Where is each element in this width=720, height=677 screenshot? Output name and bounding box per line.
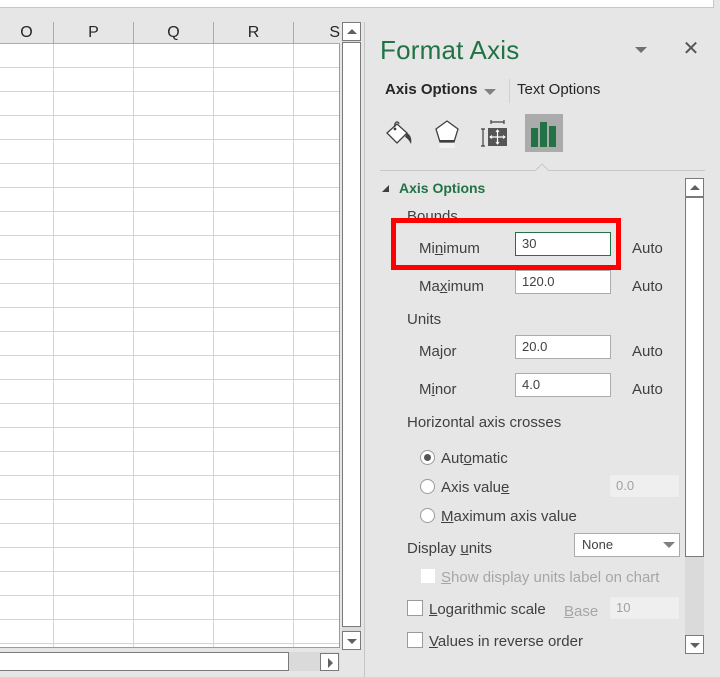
tab-axis-options[interactable]: Axis Options [385, 81, 478, 98]
worksheet[interactable]: O P Q R S [0, 22, 340, 648]
minimum-label: Minimum [419, 240, 480, 257]
size-properties-button[interactable] [476, 114, 514, 152]
arrow-down-icon [690, 643, 700, 648]
sheet-horizontal-scrollbar[interactable] [0, 652, 340, 671]
display-units-select[interactable]: None [574, 533, 680, 557]
chevron-down-icon [663, 542, 675, 548]
axis-value-input[interactable]: 0.0 [609, 474, 680, 498]
tab-separator [509, 79, 510, 103]
effects-icon [435, 120, 459, 148]
scroll-thumb[interactable] [0, 652, 289, 671]
column-header-s[interactable]: S [294, 22, 340, 44]
axis-options-icon [531, 122, 556, 147]
show-display-units-label: Show display units label on chart [441, 569, 660, 586]
sheet-vertical-scrollbar[interactable] [342, 22, 361, 650]
display-units-value: None [582, 537, 614, 552]
pane-vertical-scrollbar[interactable] [685, 178, 704, 654]
major-label: Major [419, 343, 457, 360]
bounds-label: Bounds [407, 208, 458, 225]
minor-label: Minor [419, 381, 457, 398]
column-headers: O P Q R S [0, 22, 340, 44]
scroll-thumb[interactable] [342, 42, 361, 627]
units-label: Units [407, 311, 442, 328]
maximum-axis-value-label[interactable]: Maximum axis value [441, 508, 577, 525]
axis-options-panel: Axis Options Bounds Minimum 30 Auto Maxi… [365, 178, 685, 677]
minimum-auto-button[interactable]: Auto [632, 240, 663, 257]
chevron-down-icon [635, 47, 647, 53]
axis-value-label[interactable]: Axis value [441, 479, 509, 496]
column-header-p[interactable]: P [54, 22, 134, 44]
display-units-label: Display units [407, 540, 493, 557]
effects-button[interactable] [428, 114, 466, 152]
pane-options-button[interactable] [635, 43, 649, 57]
collapse-icon [382, 185, 389, 192]
axis-options-button[interactable] [525, 114, 563, 152]
maximum-label: Maximum [419, 278, 485, 295]
scroll-right-button[interactable] [320, 653, 339, 671]
close-button[interactable]: ✕ [681, 38, 701, 60]
reverse-order-checkbox[interactable] [407, 632, 423, 648]
fill-line-button[interactable] [380, 114, 418, 152]
cell-grid[interactable] [0, 44, 340, 648]
major-auto-button[interactable]: Auto [632, 343, 663, 360]
scroll-up-button[interactable] [685, 178, 704, 197]
maximum-auto-button[interactable]: Auto [632, 278, 663, 295]
arrow-down-icon [347, 639, 357, 644]
arrow-up-icon [690, 185, 700, 190]
section-title: Axis Options [399, 180, 486, 196]
size-properties-icon [481, 120, 507, 147]
chevron-down-icon[interactable] [484, 89, 496, 95]
radio-maximum-axis-value[interactable] [420, 508, 435, 523]
fill-line-icon [386, 121, 412, 144]
scroll-thumb[interactable] [685, 197, 704, 557]
minimum-input[interactable]: 30 [515, 232, 611, 256]
maximum-input[interactable]: 120.0 [515, 270, 611, 294]
logarithmic-scale-label[interactable]: Logarithmic scale [429, 601, 546, 618]
radio-axis-value[interactable] [420, 479, 435, 494]
logarithmic-scale-checkbox[interactable] [407, 600, 423, 616]
minor-unit-input[interactable]: 4.0 [515, 373, 611, 397]
minor-auto-button[interactable]: Auto [632, 381, 663, 398]
close-icon: ✕ [682, 38, 700, 60]
scroll-up-button[interactable] [342, 22, 361, 41]
column-header-r[interactable]: R [214, 22, 294, 44]
base-input[interactable]: 10 [609, 596, 680, 620]
tab-text-options[interactable]: Text Options [517, 81, 600, 98]
reverse-order-label[interactable]: Values in reverse order [429, 633, 583, 650]
selection-pointer [535, 163, 549, 171]
radio-automatic[interactable] [420, 450, 435, 465]
base-label: Base [564, 603, 599, 620]
scroll-down-button[interactable] [342, 631, 361, 650]
show-display-units-checkbox[interactable] [420, 568, 436, 584]
arrow-right-icon [328, 658, 333, 668]
automatic-label[interactable]: Automatic [441, 450, 508, 467]
format-axis-pane: Format Axis ✕ Axis Options Text Options [365, 8, 720, 677]
major-unit-input[interactable]: 20.0 [515, 335, 611, 359]
column-header-q[interactable]: Q [134, 22, 214, 44]
column-header-o[interactable]: O [0, 22, 54, 44]
scroll-down-button[interactable] [685, 635, 704, 654]
arrow-up-icon [347, 29, 357, 34]
pane-title: Format Axis [380, 35, 520, 65]
section-axis-options[interactable]: Axis Options [382, 180, 485, 196]
formula-bar [0, 0, 714, 8]
horizontal-axis-crosses-label: Horizontal axis crosses [407, 414, 562, 431]
